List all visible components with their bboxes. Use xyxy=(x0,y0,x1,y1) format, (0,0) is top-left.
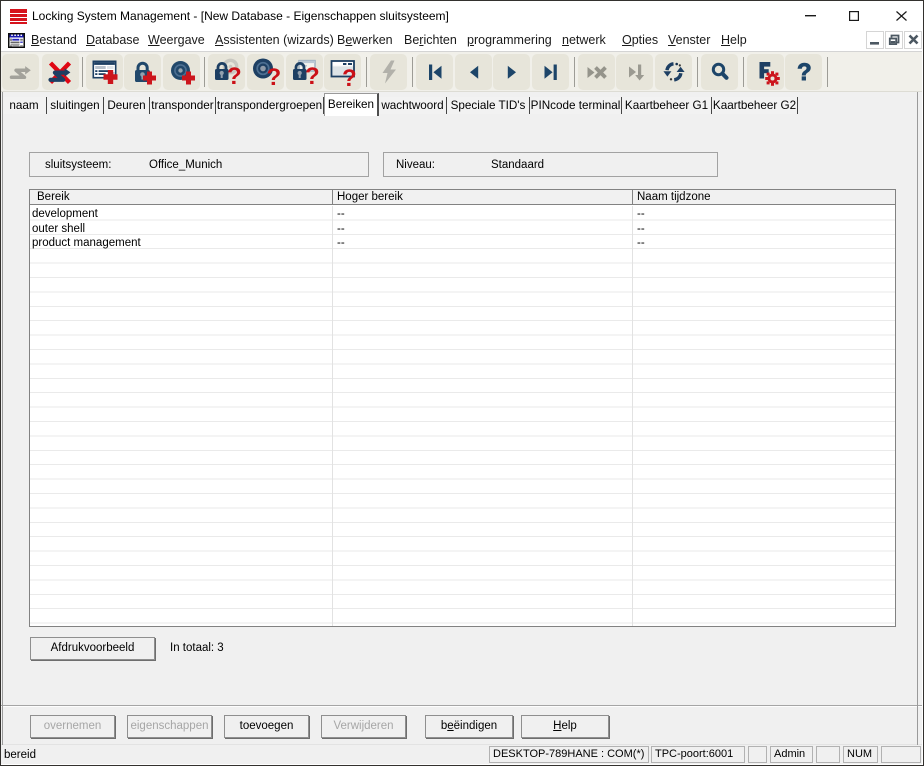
svg-text:?: ? xyxy=(266,64,281,87)
svg-text:?: ? xyxy=(342,65,357,87)
svg-text:?: ? xyxy=(797,59,812,86)
svg-text:?: ? xyxy=(305,63,320,87)
svg-text:?: ? xyxy=(227,63,242,87)
